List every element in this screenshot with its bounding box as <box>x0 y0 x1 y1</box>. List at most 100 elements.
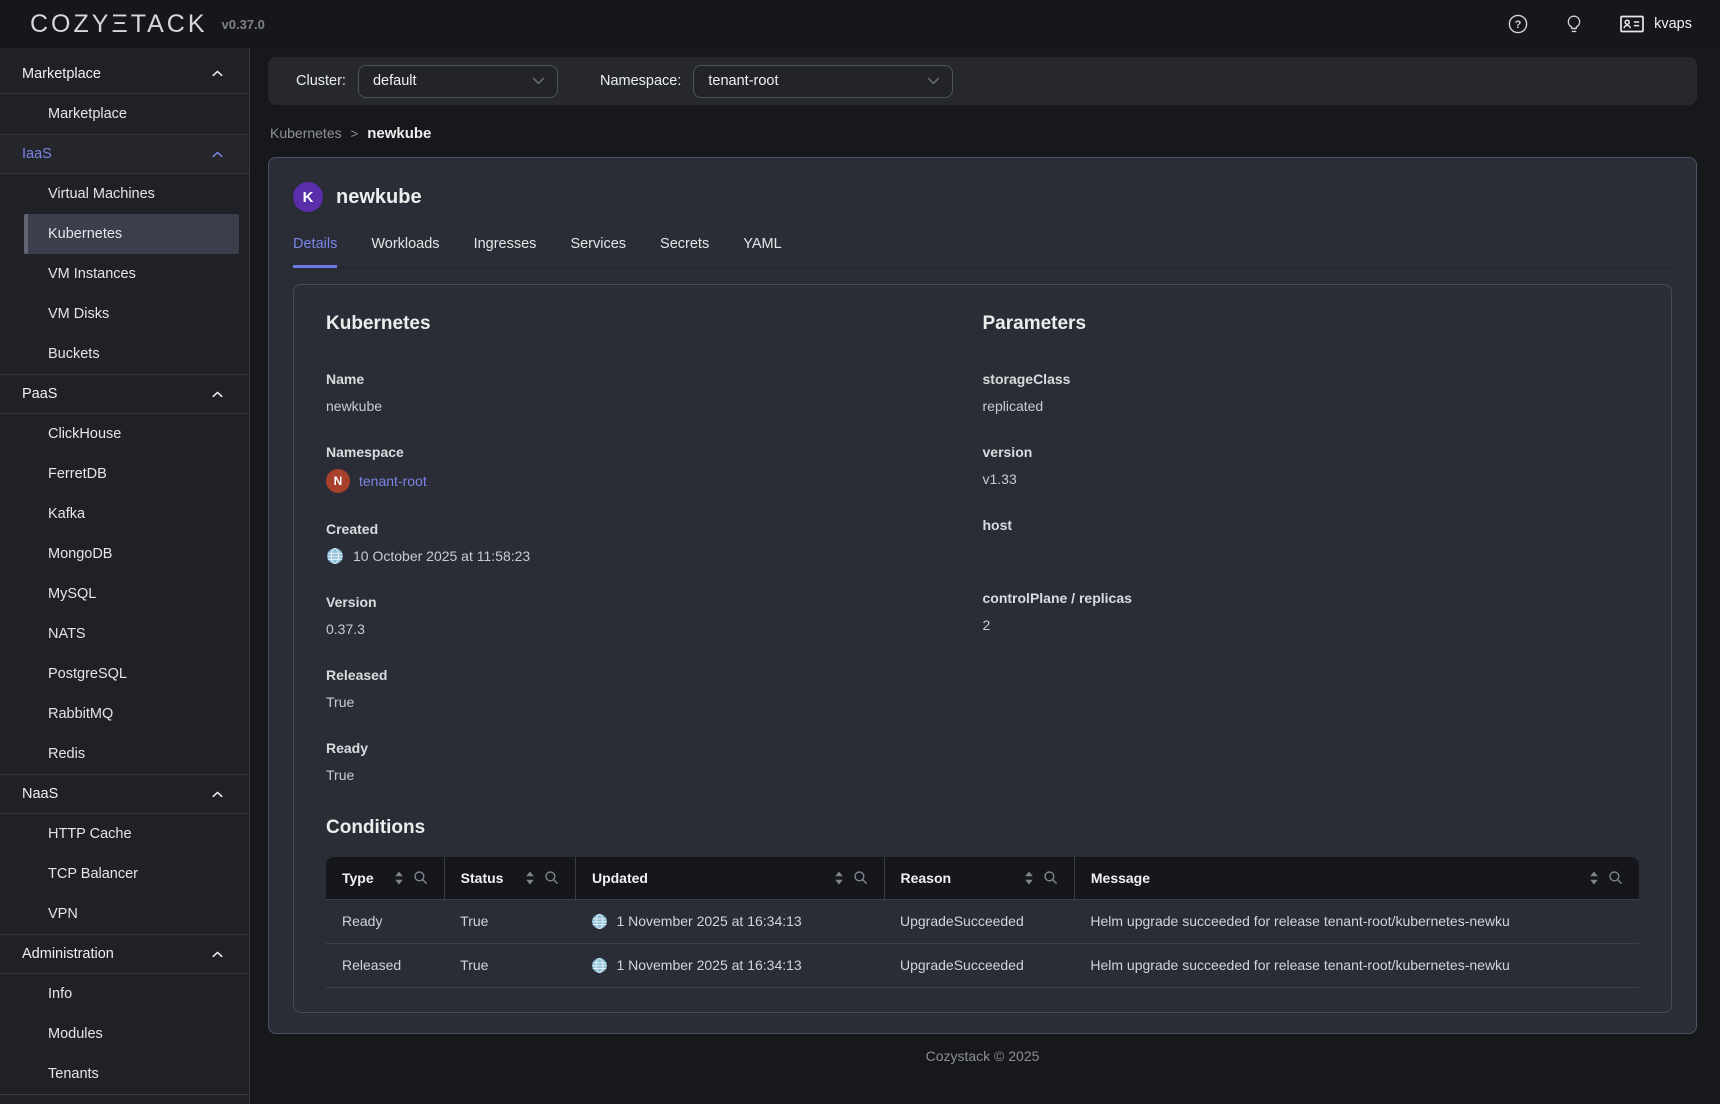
sidebar-item-rabbitmq[interactable]: RabbitMQ <box>0 694 249 734</box>
sidebar-group-header-marketplace[interactable]: Marketplace <box>0 54 249 94</box>
field-controlplane-replicas: controlPlane / replicas 2 <box>983 590 1640 635</box>
cell-reason: UpgradeSucceeded <box>884 943 1074 987</box>
chevron-up-icon <box>212 391 223 398</box>
chevron-up-icon <box>212 951 223 958</box>
theme-toggle-button[interactable] <box>1563 13 1585 35</box>
kubernetes-avatar: K <box>293 182 323 212</box>
sidebar-item-vm-disks[interactable]: VM Disks <box>0 294 249 334</box>
namespace-select[interactable]: tenant-root <box>693 65 953 98</box>
sidebar-item-vm-instances[interactable]: VM Instances <box>0 254 249 294</box>
details-panel: Kubernetes Name newkube Namespace N tena… <box>293 284 1672 1013</box>
sidebar-item-clickhouse[interactable]: ClickHouse <box>0 414 249 454</box>
namespace-link[interactable]: tenant-root <box>359 473 427 489</box>
cluster-label: Cluster: <box>296 73 346 89</box>
column-header-updated[interactable]: Updated <box>575 857 884 899</box>
sidebar-item-tcp-balancer[interactable]: TCP Balancer <box>0 854 249 894</box>
lightbulb-icon <box>1563 13 1585 35</box>
cluster-select[interactable]: default <box>358 65 558 98</box>
sidebar-item-tenants[interactable]: Tenants <box>0 1054 249 1094</box>
sidebar-item-redis[interactable]: Redis <box>0 734 249 774</box>
sidebar-item-buckets[interactable]: Buckets <box>0 334 249 374</box>
sidebar-item-nats[interactable]: NATS <box>0 614 249 654</box>
resource-card: K newkube Details Workloads Ingresses Se… <box>268 157 1697 1034</box>
column-header-reason[interactable]: Reason <box>884 857 1074 899</box>
sidebar-item-mongodb[interactable]: MongoDB <box>0 534 249 574</box>
search-icon[interactable] <box>853 870 868 885</box>
sidebar-group-header-iaas[interactable]: IaaS <box>0 134 249 174</box>
sidebar-item-virtual-machines[interactable]: Virtual Machines <box>0 174 249 214</box>
namespace-label: Namespace: <box>600 73 681 89</box>
help-button[interactable]: ? <box>1507 13 1529 35</box>
globe-icon <box>326 547 344 565</box>
tab-yaml[interactable]: YAML <box>743 236 781 268</box>
search-icon[interactable] <box>413 870 428 885</box>
sidebar-item-marketplace[interactable]: Marketplace <box>0 94 249 134</box>
sidebar-item-modules[interactable]: Modules <box>0 1014 249 1054</box>
search-icon[interactable] <box>1608 870 1623 885</box>
page-title: newkube <box>336 186 422 209</box>
conditions-table: Type Status <box>326 857 1639 988</box>
globe-icon <box>591 913 608 930</box>
chevron-up-icon <box>212 791 223 798</box>
sidebar-item-info[interactable]: Info <box>0 974 249 1014</box>
parameters-section-heading: Parameters <box>983 313 1640 335</box>
tab-workloads[interactable]: Workloads <box>371 236 439 268</box>
namespace-avatar: N <box>326 469 350 493</box>
sidebar-item-mysql[interactable]: MySQL <box>0 574 249 614</box>
sidebar-group-header-administration[interactable]: Administration <box>0 934 249 974</box>
condition-row-released: Released True <box>326 943 1639 987</box>
sidebar-group-header-paas[interactable]: PaaS <box>0 374 249 414</box>
namespace-select-value: tenant-root <box>708 73 927 89</box>
sidebar-item-ferretdb[interactable]: FerretDB <box>0 454 249 494</box>
sidebar-item-http-cache[interactable]: HTTP Cache <box>0 814 249 854</box>
tab-ingresses[interactable]: Ingresses <box>474 236 537 268</box>
sidebar-group-iaas: IaaS Virtual Machines Kubernetes VM Inst… <box>0 134 249 374</box>
tab-services[interactable]: Services <box>570 236 626 268</box>
cell-status: True <box>444 943 575 987</box>
sidebar-group-paas: PaaS ClickHouse FerretDB Kafka MongoDB M… <box>0 374 249 774</box>
tab-secrets[interactable]: Secrets <box>660 236 709 268</box>
sort-icon[interactable] <box>1589 871 1599 885</box>
sidebar-group-administration: Administration Info Modules Tenants <box>0 934 249 1094</box>
parameters-section: Parameters storageClass replicated versi… <box>983 313 1640 813</box>
sidebar-item-postgresql[interactable]: PostgreSQL <box>0 654 249 694</box>
cell-reason: UpgradeSucceeded <box>884 899 1074 943</box>
sidebar-group-header-naas[interactable]: NaaS <box>0 774 249 814</box>
chevron-down-icon <box>927 77 940 85</box>
sidebar-item-vpn[interactable]: VPN <box>0 894 249 934</box>
cell-message: Helm upgrade succeeded for release tenan… <box>1074 899 1639 943</box>
tab-details[interactable]: Details <box>293 236 337 268</box>
sidebar-group-naas: NaaS HTTP Cache TCP Balancer VPN <box>0 774 249 934</box>
tab-bar: Details Workloads Ingresses Services Sec… <box>293 236 1672 268</box>
breadcrumb: Kubernetes > newkube <box>270 121 1697 145</box>
svg-text:?: ? <box>1515 19 1522 31</box>
breadcrumb-separator: > <box>351 126 359 141</box>
field-namespace: Namespace N tenant-root <box>326 444 983 493</box>
sidebar-item-kafka[interactable]: Kafka <box>0 494 249 534</box>
field-ready: Ready True <box>326 740 983 785</box>
column-header-status[interactable]: Status <box>444 857 575 899</box>
search-icon[interactable] <box>544 870 559 885</box>
column-header-message[interactable]: Message <box>1074 857 1639 899</box>
id-card-icon <box>1619 13 1645 35</box>
cell-status: True <box>444 899 575 943</box>
field-k8s-version: version v1.33 <box>983 444 1640 489</box>
cluster-select-value: default <box>373 73 532 89</box>
sort-icon[interactable] <box>394 871 404 885</box>
breadcrumb-kubernetes[interactable]: Kubernetes <box>270 125 342 141</box>
search-icon[interactable] <box>1043 870 1058 885</box>
chevron-up-icon <box>212 151 223 158</box>
context-filter-bar: Cluster: default Namespace: tenant-root <box>268 57 1697 105</box>
app-logo: COZYΞTACK <box>30 10 208 39</box>
user-account-button[interactable]: kvaps <box>1619 13 1692 35</box>
chevron-up-icon <box>212 70 223 77</box>
sort-icon[interactable] <box>525 871 535 885</box>
sort-icon[interactable] <box>1024 871 1034 885</box>
top-header: COZYΞTACK v0.37.0 ? <box>0 0 1720 48</box>
field-name: Name newkube <box>326 371 983 416</box>
kubernetes-section: Kubernetes Name newkube Namespace N tena… <box>326 313 983 813</box>
globe-icon <box>591 957 608 974</box>
column-header-type[interactable]: Type <box>326 857 444 899</box>
sidebar-item-kubernetes[interactable]: Kubernetes <box>24 214 239 254</box>
sort-icon[interactable] <box>834 871 844 885</box>
